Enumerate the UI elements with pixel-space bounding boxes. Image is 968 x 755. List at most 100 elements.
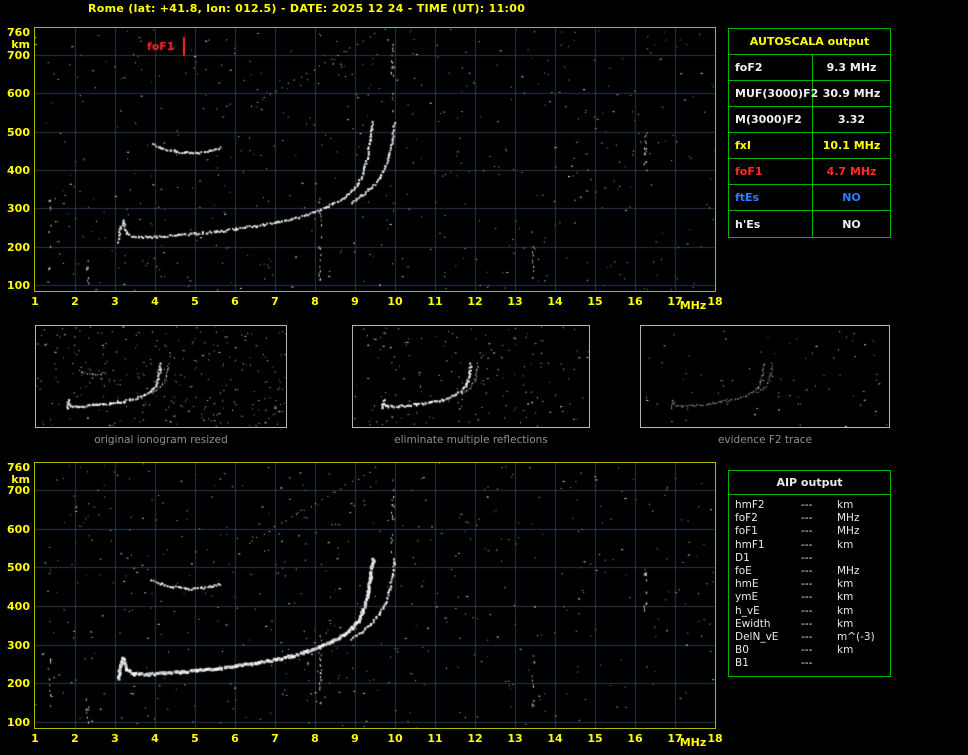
autoscala-row-label: h'Es [729,211,813,237]
autoscala-row-value: NO [813,211,890,237]
x-tick-label: 2 [63,295,87,308]
y-tick-label: 100 [2,716,30,729]
aip-row-value: --- [801,591,837,604]
aip-row-value: --- [801,525,837,538]
y-tick-label: 600 [2,523,30,536]
x-tick-label: 12 [463,295,487,308]
aip-row-h-ve: h_vE---km [729,605,890,618]
autoscala-row-value: 30.9 MHz [813,81,890,106]
autoscala-screen: Rome (lat: +41.8, lon: 012.5) - DATE: 20… [0,0,968,755]
x-tick-label: 5 [183,732,207,745]
x-tick-label: 1 [23,295,47,308]
aip-table: AIP output hmF2---kmfoF2---MHzfoF1---MHz… [728,470,891,677]
x-tick-label: 7 [263,732,287,745]
autoscala-table-title: AUTOSCALA output [729,29,890,55]
aip-row-label: foF2 [735,512,801,525]
aip-row-label: B0 [735,644,801,657]
x-tick-label: 9 [343,732,367,745]
x-tick-label: 4 [143,295,167,308]
x-tick-label: 14 [543,732,567,745]
x-tick-label: 7 [263,295,287,308]
aip-row-unit: km [837,591,890,604]
y-tick-label: 300 [2,639,30,652]
autoscala-row-fof1: foF14.7 MHz [729,159,890,185]
x-tick-label: 10 [383,295,407,308]
thumbnail-original [35,325,287,428]
x-tick-label: 6 [223,295,247,308]
aip-row-unit: km [837,605,890,618]
x-tick-label: 16 [623,732,647,745]
thumbnail-no-multiples [352,325,590,428]
aip-row-value: --- [801,644,837,657]
autoscala-row-label: M(3000)F2 [729,107,813,132]
aip-row-value: --- [801,657,837,670]
aip-row-value: --- [801,539,837,552]
x-tick-label: 13 [503,295,527,308]
aip-row-label: hmF1 [735,539,801,552]
aip-row-unit: km [837,578,890,591]
x-tick-label: 6 [223,732,247,745]
thumbnail-original-canvas [36,326,286,427]
aip-row-fof2: foF2---MHz [729,512,890,525]
aip-row-unit: MHz [837,565,890,578]
main-ionogram-canvas [35,28,715,291]
aip-row-label: ymE [735,591,801,604]
aip-row-label: Ewidth [735,618,801,631]
y-tick-label: 500 [2,126,30,139]
autoscala-table-rows: foF29.3 MHzMUF(3000)F230.9 MHzM(3000)F23… [729,55,890,237]
aip-row-label: h_vE [735,605,801,618]
x-tick-label: 5 [183,295,207,308]
aip-row-unit: km [837,644,890,657]
y-axis-unit-label: km [2,473,30,486]
autoscala-row-value: 4.7 MHz [813,159,890,184]
x-tick-label: 14 [543,295,567,308]
x-tick-label: 13 [503,732,527,745]
aip-row-ewidth: Ewidth---km [729,618,890,631]
x-tick-label: 4 [143,732,167,745]
x-axis-unit-label: MHz [678,299,708,312]
x-tick-label: 2 [63,732,87,745]
aip-row-value: --- [801,578,837,591]
aip-row-unit: MHz [837,525,890,538]
aip-row-value: --- [801,618,837,631]
aip-table-title: AIP output [729,471,890,495]
aip-row-hmf1: hmF1---km [729,539,890,552]
y-tick-label: 200 [2,677,30,690]
thumbnail-caption-original: original ionogram resized [35,434,287,446]
aip-row-value: --- [801,499,837,512]
window-title: Rome (lat: +41.8, lon: 012.5) - DATE: 20… [88,2,525,15]
aip-row-label: B1 [735,657,801,670]
x-tick-label: 10 [383,732,407,745]
aip-row-unit: km [837,499,890,512]
aip-row-value: --- [801,605,837,618]
aip-row-label: foF1 [735,525,801,538]
main-ionogram-plot [34,27,716,292]
aip-row-value: --- [801,565,837,578]
aip-row-unit [837,552,890,565]
aip-row-label: hmF2 [735,499,801,512]
x-tick-label: 8 [303,732,327,745]
aip-row-b0: B0---km [729,644,890,657]
y-tick-label: 200 [2,241,30,254]
processed-ionogram-plot [34,462,716,729]
autoscala-row-label: fxI [729,133,813,158]
aip-row-hmf2: hmF2---km [729,499,890,512]
aip-row-unit: km [837,539,890,552]
autoscala-row-fxi: fxI10.1 MHz [729,133,890,159]
autoscala-row-m-3000-f2: M(3000)F23.32 [729,107,890,133]
aip-row-label: D1 [735,552,801,565]
autoscala-row-fof2: foF29.3 MHz [729,55,890,81]
thumbnail-f2-trace-canvas [641,326,889,427]
x-tick-label: 15 [583,732,607,745]
aip-row-unit: km [837,618,890,631]
autoscala-table: AUTOSCALA output foF29.3 MHzMUF(3000)F23… [728,28,891,238]
aip-row-d1: D1--- [729,552,890,565]
y-tick-label: 600 [2,87,30,100]
thumbnail-f2-trace [640,325,890,428]
aip-row-label: DelN_vE [735,631,801,644]
autoscala-row-muf-3000-f2: MUF(3000)F230.9 MHz [729,81,890,107]
x-tick-label: 3 [103,732,127,745]
x-tick-label: 16 [623,295,647,308]
aip-row-unit: MHz [837,512,890,525]
thumbnail-caption-no-multiples: eliminate multiple reflections [352,434,590,446]
